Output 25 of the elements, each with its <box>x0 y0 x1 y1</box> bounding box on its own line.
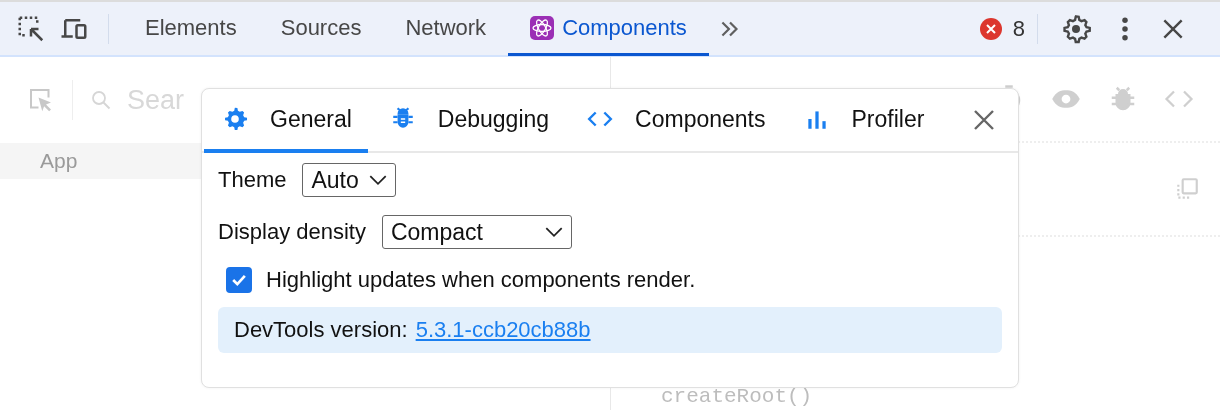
theme-label: Theme <box>218 167 287 193</box>
panel-tab[interactable]: Elements <box>123 3 259 56</box>
checkbox-label: Highlight updates when components render. <box>266 267 696 293</box>
theme-dropdown[interactable]: Auto <box>302 163 396 197</box>
panel-tab[interactable]: Sources <box>258 3 384 56</box>
gear-icon <box>222 106 248 132</box>
checkbox[interactable] <box>226 267 252 293</box>
settings-tab[interactable]: General <box>204 89 368 153</box>
error-counter[interactable]: 8 <box>978 15 1025 42</box>
panel-tab[interactable]: Components <box>508 3 709 56</box>
settings-icon[interactable] <box>1060 12 1092 45</box>
settings-tab[interactable]: Components <box>569 89 782 153</box>
chevron-icon <box>368 174 387 186</box>
density-label: Display density <box>218 219 366 245</box>
search-icon <box>89 88 113 112</box>
version-label: DevTools version: <box>234 317 408 343</box>
settings-tab[interactable]: Debugging <box>371 89 566 153</box>
chevron-icon <box>544 226 563 238</box>
close-icon[interactable] <box>972 108 996 132</box>
atom-icon <box>530 16 555 40</box>
settings-tab[interactable]: Profiler <box>785 89 941 153</box>
code-text: createRoot() <box>661 387 814 407</box>
error-icon <box>978 16 1003 41</box>
panel-tab[interactable]: Network <box>383 3 509 56</box>
density-dropdown[interactable]: Compact <box>381 215 572 249</box>
